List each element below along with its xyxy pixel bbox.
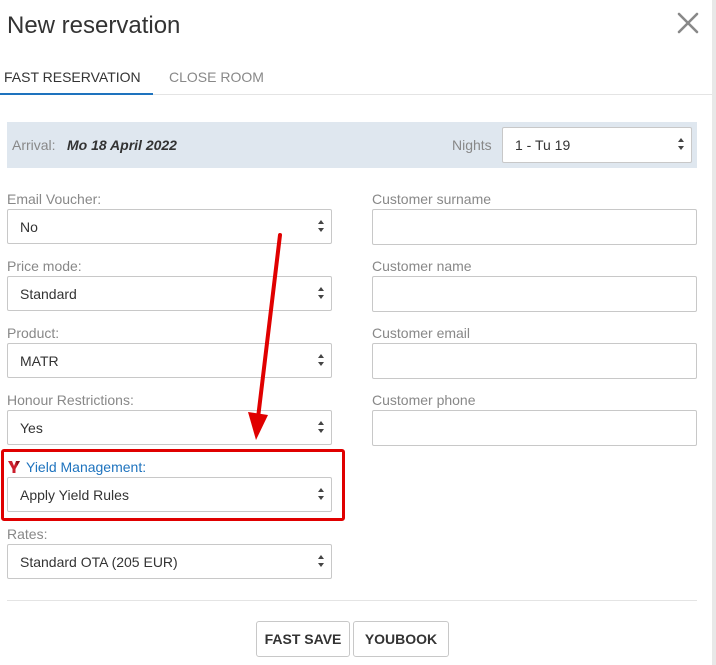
email-voucher-select[interactable]: No bbox=[7, 209, 332, 244]
customer-phone-label: Customer phone bbox=[372, 392, 476, 408]
sort-caret-icon bbox=[678, 138, 684, 150]
close-icon[interactable] bbox=[676, 10, 700, 36]
sort-caret-icon bbox=[318, 220, 324, 232]
annotation-highlight-box bbox=[1, 449, 345, 521]
arrival-bar: Arrival: Mo 18 April 2022 Nights 1 - Tu … bbox=[7, 122, 697, 168]
customer-name-label: Customer name bbox=[372, 258, 472, 274]
modal-title: New reservation bbox=[7, 12, 181, 39]
active-tab-indicator bbox=[0, 93, 153, 95]
price-mode-select[interactable]: Standard bbox=[7, 276, 332, 311]
price-mode-label: Price mode: bbox=[7, 258, 82, 274]
nights-select[interactable]: 1 - Tu 19 bbox=[502, 127, 692, 163]
fast-save-button[interactable]: FAST SAVE bbox=[256, 621, 350, 657]
honour-restrictions-value: Yes bbox=[20, 420, 43, 436]
product-label: Product: bbox=[7, 325, 60, 341]
customer-phone-input[interactable] bbox=[372, 410, 697, 446]
customer-surname-input[interactable] bbox=[372, 209, 697, 245]
email-voucher-label: Email Voucher: bbox=[7, 191, 102, 207]
email-voucher-value: No bbox=[20, 219, 38, 235]
rates-value: Standard OTA (205 EUR) bbox=[20, 554, 178, 570]
sort-caret-icon bbox=[318, 421, 324, 433]
customer-email-input[interactable] bbox=[372, 343, 697, 379]
customer-surname-label: Customer surname bbox=[372, 191, 492, 207]
tab-bar: FAST RESERVATION CLOSE ROOM bbox=[0, 62, 716, 95]
nights-label: Nights bbox=[452, 137, 492, 153]
honour-restrictions-select[interactable]: Yes bbox=[7, 410, 332, 445]
sort-caret-icon bbox=[318, 555, 324, 567]
youbook-button[interactable]: YOUBOOK bbox=[353, 621, 449, 657]
product-select[interactable]: MATR bbox=[7, 343, 332, 378]
footer-divider bbox=[7, 600, 697, 601]
tab-fast-reservation[interactable]: FAST RESERVATION bbox=[4, 69, 141, 85]
price-mode-value: Standard bbox=[20, 286, 77, 302]
sort-caret-icon bbox=[318, 287, 324, 299]
honour-restrictions-label: Honour Restrictions: bbox=[7, 392, 134, 408]
customer-email-label: Customer email bbox=[372, 325, 471, 341]
product-value: MATR bbox=[20, 353, 59, 369]
rates-label: Rates: bbox=[7, 526, 48, 542]
customer-name-input[interactable] bbox=[372, 276, 697, 312]
arrival-date: Mo 18 April 2022 bbox=[67, 137, 177, 153]
sort-caret-icon bbox=[318, 354, 324, 366]
tab-close-room[interactable]: CLOSE ROOM bbox=[169, 69, 264, 85]
rates-select[interactable]: Standard OTA (205 EUR) bbox=[7, 544, 332, 579]
arrival-label: Arrival: bbox=[12, 137, 56, 153]
nights-value: 1 - Tu 19 bbox=[515, 137, 571, 153]
scrollbar-track[interactable] bbox=[712, 0, 716, 665]
